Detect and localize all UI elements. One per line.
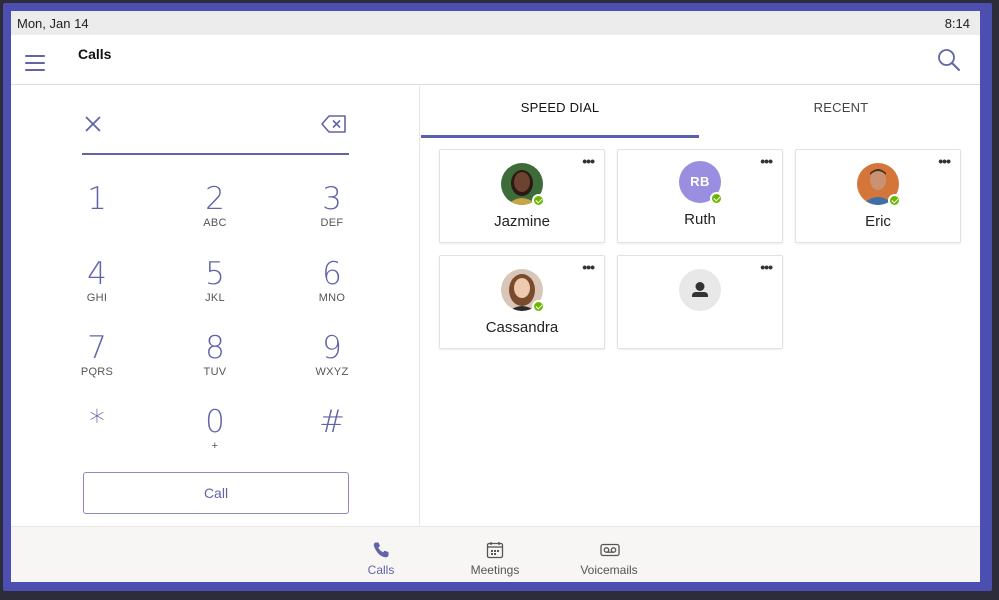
speed-dial-card-ruth[interactable]: ••• RB Ruth xyxy=(617,149,783,243)
dial-key-6[interactable]: 6 MNO xyxy=(287,257,377,321)
nav-voicemails[interactable]: Voicemails xyxy=(564,527,654,582)
hamburger-icon xyxy=(25,55,45,57)
more-options-icon[interactable]: ••• xyxy=(760,259,773,275)
dialpad: 1 2 ABC 3 DEF 4 GHI 5 JKL 6 MNO 7 PQRS 8 xyxy=(11,86,420,526)
menu-button[interactable] xyxy=(25,55,47,71)
dial-key-star[interactable]: * xyxy=(52,405,142,469)
dial-key-2[interactable]: 2 ABC xyxy=(170,182,260,246)
more-options-icon[interactable]: ••• xyxy=(760,153,773,169)
contact-name: Eric xyxy=(865,213,891,230)
presence-available-icon xyxy=(532,194,545,207)
nav-calls[interactable]: Calls xyxy=(336,527,426,582)
dial-key-hash[interactable]: # xyxy=(287,405,377,469)
dial-key-4[interactable]: 4 GHI xyxy=(52,257,142,321)
device-frame: Mon, Jan 14 8:14 Calls 1 2 ABC 3 DEF 4 G… xyxy=(3,3,992,591)
dial-key-9[interactable]: 9 WXYZ xyxy=(287,331,377,395)
status-date: Mon, Jan 14 xyxy=(17,15,89,31)
contact-name: Ruth xyxy=(684,211,716,228)
presence-available-icon xyxy=(888,194,901,207)
backspace-icon xyxy=(321,115,346,133)
app-bar: Calls xyxy=(11,35,980,85)
screen: Mon, Jan 14 8:14 Calls 1 2 ABC 3 DEF 4 G… xyxy=(11,11,980,582)
dial-key-1[interactable]: 1 xyxy=(52,182,142,246)
presence-available-icon xyxy=(532,300,545,313)
presence-available-icon xyxy=(710,192,723,205)
active-tab-indicator xyxy=(421,135,699,138)
page-title: Calls xyxy=(78,46,112,62)
call-button[interactable]: Call xyxy=(83,472,349,514)
voicemail-icon xyxy=(600,543,620,557)
speed-dial-card-jazmine[interactable]: ••• Jazmine xyxy=(439,149,605,243)
dial-key-7[interactable]: 7 PQRS xyxy=(52,331,142,395)
dial-key-8[interactable]: 8 TUV xyxy=(170,331,260,395)
search-button[interactable] xyxy=(936,47,962,73)
tab-speed-dial[interactable]: SPEED DIAL xyxy=(421,86,699,139)
calendar-icon xyxy=(486,542,504,559)
speed-dial-card-cassandra[interactable]: ••• Cassandra xyxy=(439,255,605,349)
person-icon xyxy=(692,282,708,297)
bottom-navigation: Calls Meetings Voicemails xyxy=(11,526,980,582)
search-icon xyxy=(938,49,960,71)
more-options-icon[interactable]: ••• xyxy=(938,153,951,169)
tab-recent[interactable]: RECENT xyxy=(702,86,980,139)
contact-name: Cassandra xyxy=(485,319,559,336)
contact-name: Jazmine xyxy=(494,213,550,230)
dial-input-underline xyxy=(82,153,349,155)
more-options-icon[interactable]: ••• xyxy=(582,153,595,169)
dial-key-0[interactable]: 0 + xyxy=(170,405,260,469)
clear-button[interactable] xyxy=(83,114,103,134)
dial-key-5[interactable]: 5 JKL xyxy=(170,257,260,321)
call-tabs: SPEED DIAL RECENT xyxy=(421,86,980,139)
avatar xyxy=(679,269,721,311)
speed-dial-card-empty[interactable]: ••• xyxy=(617,255,783,349)
backspace-button[interactable] xyxy=(320,113,348,135)
dial-key-3[interactable]: 3 DEF xyxy=(287,182,377,246)
status-bar: Mon, Jan 14 8:14 xyxy=(11,11,980,35)
nav-meetings[interactable]: Meetings xyxy=(450,527,540,582)
speed-dial-card-eric[interactable]: ••• Eric xyxy=(795,149,961,243)
close-icon xyxy=(85,116,101,132)
more-options-icon[interactable]: ••• xyxy=(582,259,595,275)
status-time: 8:14 xyxy=(944,15,970,31)
phone-icon xyxy=(373,542,389,558)
